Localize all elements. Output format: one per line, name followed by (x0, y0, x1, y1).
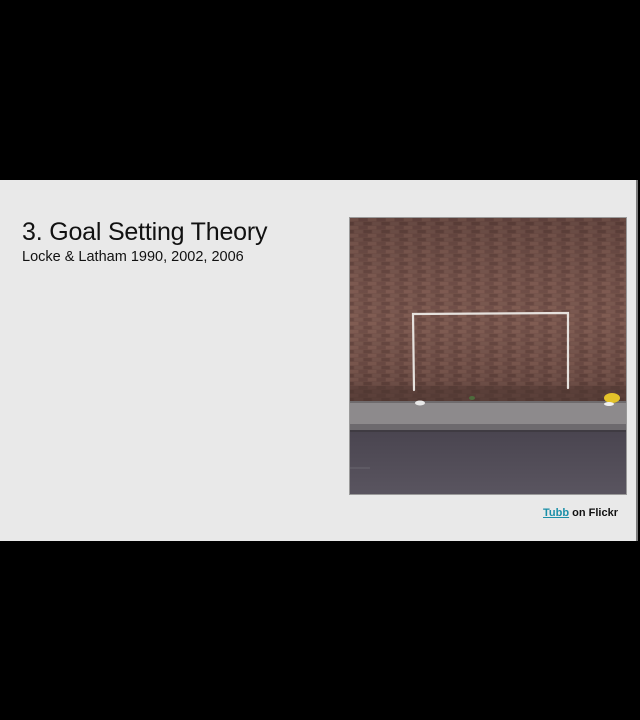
credit-suffix: on Flickr (569, 507, 618, 519)
slide-title: 3. Goal Setting Theory (22, 218, 268, 246)
photo-goalposts-on-brick-wall-icon (350, 218, 626, 494)
viewer-stage: 3. Goal Setting Theory Locke & Latham 19… (0, 0, 640, 720)
slide: 3. Goal Setting Theory Locke & Latham 19… (0, 180, 638, 541)
goalpost-photo (349, 217, 627, 495)
slide-subtitle: Locke & Latham 1990, 2002, 2006 (22, 249, 244, 265)
photo-credit: Tubb on Flickr (543, 507, 618, 519)
credit-author-link[interactable]: Tubb (543, 507, 569, 519)
